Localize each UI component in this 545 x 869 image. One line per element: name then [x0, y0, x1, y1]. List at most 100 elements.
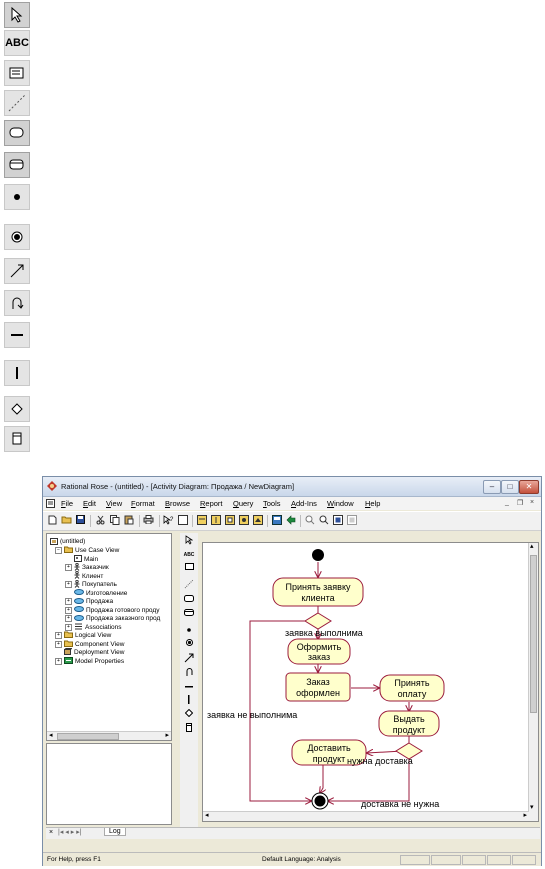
browse-deployment-diagram-icon[interactable] [252, 515, 263, 526]
menu-format[interactable]: Format [131, 499, 155, 508]
rational-rose-window: Rational Rose - (untitled) - [Activity D… [42, 476, 542, 866]
swimlane-icon[interactable] [4, 426, 30, 452]
activity-diagram-canvas[interactable]: Принять заявку клиента Оформить заказ За… [202, 542, 539, 822]
tab-navigation-arrows-icon[interactable]: |◂ ◂ ▸ ▸| [58, 828, 82, 836]
mdi-restore-button[interactable]: ❐ [517, 499, 523, 507]
vertical-sync-icon[interactable] [4, 360, 30, 386]
activity-process-order[interactable]: Оформить заказ [287, 638, 351, 665]
open-folder-icon[interactable] [61, 515, 72, 526]
tree-expander-icon[interactable]: + [65, 581, 72, 588]
save-icon[interactable] [75, 515, 86, 526]
palette-note-icon[interactable] [183, 563, 195, 575]
state-icon[interactable] [4, 152, 30, 178]
print-icon[interactable] [143, 515, 154, 526]
transition-to-self-icon[interactable] [4, 290, 30, 316]
tree-expander-icon[interactable]: + [65, 615, 72, 622]
tree-expander-icon[interactable]: + [55, 657, 62, 665]
tree-expander-icon[interactable]: + [65, 564, 72, 571]
mdi-minimize-button[interactable]: _ [505, 499, 509, 506]
paste-icon[interactable] [123, 515, 134, 526]
note-icon[interactable] [4, 60, 30, 86]
undo-fit-in-window-icon[interactable] [346, 515, 357, 526]
menu-tools[interactable]: Tools [263, 499, 281, 508]
tree-expander-icon[interactable]: + [55, 632, 62, 639]
menu-add-ins[interactable]: Add-Ins [291, 499, 317, 508]
mdi-close-button[interactable]: × [530, 499, 534, 506]
palette-start-state-icon[interactable] [183, 625, 195, 637]
palette-anchor-icon[interactable] [183, 579, 195, 591]
activity-icon[interactable] [4, 120, 30, 146]
end-state-icon[interactable] [4, 224, 30, 250]
zoom-out-icon[interactable] [318, 515, 329, 526]
activity-deliver-shipping-label-line2: продукт [313, 754, 346, 764]
fit-in-window-icon[interactable] [332, 515, 343, 526]
activity-deliver-product[interactable]: Выдать продукт [378, 710, 440, 737]
menu-report[interactable]: Report [200, 499, 223, 508]
decision-icon[interactable] [4, 396, 30, 422]
palette-activity-icon[interactable] [183, 595, 195, 607]
documentation-pane[interactable] [46, 743, 172, 825]
menu-file[interactable]: File [61, 499, 73, 508]
horizontal-sync-icon[interactable] [4, 322, 30, 348]
diagram-vertical-scrollbar[interactable]: ▴ ▾ [528, 543, 538, 821]
palette-transition-icon[interactable] [183, 653, 195, 665]
menu-window[interactable]: Window [327, 499, 354, 508]
menu-help[interactable]: Help [365, 499, 380, 508]
tree-expander-icon[interactable]: + [65, 623, 72, 631]
browse-diagram-icon[interactable] [177, 515, 188, 526]
palette-text-icon[interactable]: ABC [183, 549, 195, 561]
tree-expander-icon[interactable]: − [55, 547, 62, 554]
tree-item-label: Продажа готового проду [86, 606, 160, 614]
browse-component-diagram-icon[interactable] [224, 515, 235, 526]
browse-previous-diagram-icon[interactable] [285, 515, 296, 526]
anchor-note-icon[interactable] [4, 90, 30, 116]
tree-expander-icon[interactable]: + [55, 640, 62, 648]
minimize-button[interactable]: ‒ [483, 480, 501, 494]
tree-root[interactable]: (untitled) [50, 537, 85, 546]
menu-query[interactable]: Query [233, 499, 253, 508]
pointer-icon[interactable] [4, 2, 30, 28]
activity-process-order-label-line2: заказ [308, 652, 330, 662]
maximize-button[interactable]: □ [501, 480, 519, 494]
browse-parent-icon[interactable] [271, 515, 282, 526]
browser-horizontal-scrollbar[interactable]: ◂ ▸ [47, 731, 171, 740]
activity-order-done[interactable]: Заказ оформлен [285, 672, 351, 702]
palette-vertical-sync-icon[interactable] [183, 695, 195, 707]
copy-icon[interactable] [109, 515, 120, 526]
tab-log[interactable]: Log [104, 828, 126, 836]
close-button[interactable]: ✕ [519, 480, 539, 494]
context-help-icon[interactable]: ? [163, 515, 174, 526]
browse-class-diagram-icon[interactable] [196, 515, 207, 526]
browse-state-diagram-icon[interactable] [238, 515, 249, 526]
menu-view[interactable]: View [106, 499, 122, 508]
initial-state[interactable] [312, 549, 324, 561]
tree-item-label: Клиент [82, 572, 104, 580]
palette-pointer-icon[interactable] [183, 535, 195, 547]
cut-icon[interactable] [95, 515, 106, 526]
tree-expander-icon[interactable]: + [65, 606, 72, 614]
tree-expander-icon[interactable]: + [65, 598, 72, 605]
final-state[interactable] [311, 792, 329, 810]
mdi-document-icon[interactable] [46, 499, 55, 508]
tree-item[interactable]: + Model Properties [55, 656, 124, 666]
log-close-icon[interactable]: × [49, 829, 53, 836]
zoom-in-icon[interactable] [304, 515, 315, 526]
palette-self-transition-icon[interactable] [183, 667, 195, 679]
palette-horizontal-sync-icon[interactable] [183, 681, 195, 693]
decision-request[interactable] [304, 612, 332, 630]
text-box-icon[interactable]: ABC [4, 30, 30, 56]
menu-browse[interactable]: Browse [165, 499, 190, 508]
activity-accept-payment[interactable]: Принять оплату [379, 674, 445, 702]
start-state-icon[interactable] [4, 184, 30, 210]
palette-end-state-icon[interactable] [183, 639, 195, 651]
activity-accept-request[interactable]: Принять заявку клиента [272, 577, 364, 607]
palette-swimlane-icon[interactable] [183, 723, 195, 735]
state-transition-icon[interactable] [4, 258, 30, 284]
palette-decision-icon[interactable] [183, 708, 195, 721]
palette-state-icon[interactable] [183, 609, 195, 621]
tree-item-label: Продажа [86, 598, 114, 605]
browse-interaction-diagram-icon[interactable] [210, 515, 221, 526]
menu-edit[interactable]: Edit [83, 499, 96, 508]
new-file-icon[interactable] [47, 515, 58, 526]
diagram-horizontal-scrollbar[interactable]: ◂ ▸ [203, 811, 529, 821]
